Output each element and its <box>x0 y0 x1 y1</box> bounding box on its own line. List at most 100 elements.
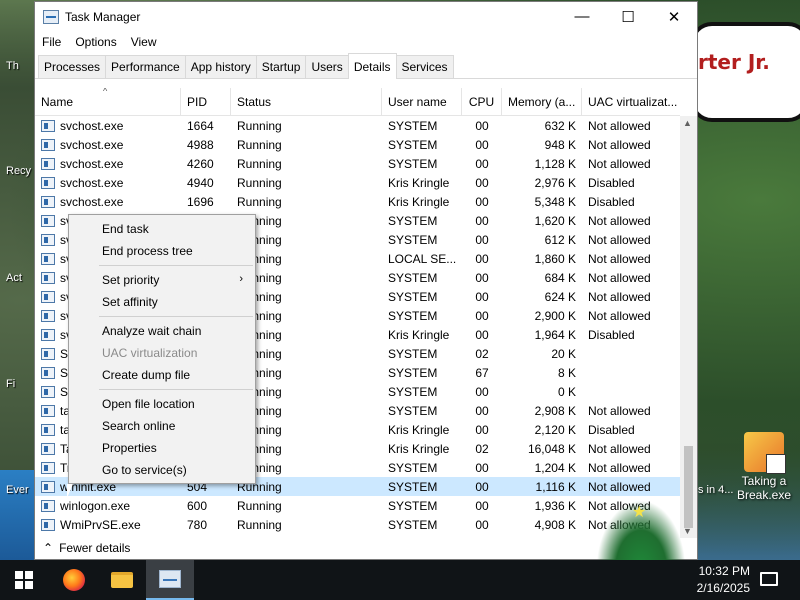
task-manager-icon <box>43 9 59 24</box>
desktop-label-partial: Ever <box>6 484 29 496</box>
tab-performance[interactable]: Performance <box>105 55 186 78</box>
table-row[interactable]: svchost.exe 4988 Running SYSTEM 00 948 K Not a… <box>35 135 680 154</box>
cell-uac: Not allowed <box>588 403 651 418</box>
cell-uac: Not allowed <box>588 479 651 494</box>
minimize-button[interactable]: — <box>559 2 605 31</box>
column-header-uac-virtualization[interactable]: UAC virtualizat... <box>582 88 680 116</box>
cell-memory: 5,348 K <box>534 194 576 209</box>
clock[interactable]: 10:32 PM 2/16/2025 <box>690 563 750 597</box>
table-row[interactable]: svchost.exe 4940 Running Kris Kringle 00 2,97… <box>35 173 680 192</box>
task-manager-icon <box>159 570 181 588</box>
menu-item-end-task[interactable]: End task <box>69 218 255 240</box>
menu-item-label: Analyze wait chain <box>102 324 202 338</box>
process-name-cell: WmiPrvSE.exe <box>35 518 181 532</box>
chevron-right-icon: › <box>239 273 243 285</box>
process-name-cell: winlogon.exe <box>35 499 181 513</box>
cell-uac: Not allowed <box>588 308 651 323</box>
chevron-up-icon: ⌃ <box>43 541 54 555</box>
tab-processes[interactable]: Processes <box>38 55 107 78</box>
cell-memory: 0 K <box>557 384 576 399</box>
cell-status: Running <box>237 175 282 190</box>
menu-item-analyze-wait-chain[interactable]: Analyze wait chain <box>69 320 255 342</box>
table-row[interactable]: svchost.exe 4260 Running SYSTEM 00 1,128 K Not… <box>35 154 680 173</box>
table-row[interactable]: svchost.exe 1696 Running Kris Kringle 00 5,34… <box>35 192 680 211</box>
menu-file[interactable]: File <box>35 35 68 49</box>
process-icon <box>41 138 55 151</box>
menu-item-search-online[interactable]: Search online <box>69 415 255 437</box>
cell-uac: Not allowed <box>588 270 651 285</box>
cell-uac: Not allowed <box>588 232 651 247</box>
menu-item-open-file-location[interactable]: Open file location <box>69 393 255 415</box>
menu-item-label: Create dump file <box>102 368 191 382</box>
process-icon <box>41 157 55 170</box>
tab-details[interactable]: Details <box>347 53 397 79</box>
column-header-user-name[interactable]: User name <box>382 87 462 116</box>
scroll-up-arrow-icon[interactable]: ▲ <box>683 118 692 128</box>
menu-view[interactable]: View <box>124 35 164 49</box>
taskbar <box>0 560 800 600</box>
cell-uac: Disabled <box>588 422 635 437</box>
menu-item-go-to-services[interactable]: Go to service(s) <box>69 459 255 481</box>
cell-user: SYSTEM <box>388 213 438 228</box>
notification-icon[interactable] <box>760 572 778 586</box>
menu-item-set-priority[interactable]: Set priority › <box>69 269 255 291</box>
process-icon <box>41 195 55 208</box>
process-name: svchost.exe <box>60 156 124 171</box>
table-row[interactable]: svchost.exe 1664 Running SYSTEM 00 632 K Not a… <box>35 116 680 135</box>
menu-item-set-affinity[interactable]: Set affinity <box>69 291 255 313</box>
cell-cpu: 00 <box>475 270 489 285</box>
cell-user: LOCAL SE... <box>388 251 457 266</box>
desktop-icon-taking-a-break[interactable]: Taking a Break.exe <box>728 432 800 502</box>
column-header-status[interactable]: Status <box>231 87 382 116</box>
close-button[interactable]: ✕ <box>651 2 697 31</box>
tab-startup[interactable]: Startup <box>255 55 307 78</box>
cell-cpu: 00 <box>475 498 489 513</box>
menu-options[interactable]: Options <box>68 35 123 49</box>
cell-uac: Not allowed <box>588 137 651 152</box>
maximize-button[interactable]: ☐ <box>605 2 651 31</box>
cell-memory: 612 K <box>544 232 576 247</box>
vertical-scrollbar[interactable]: ▲ ▼ <box>680 116 697 538</box>
menu-item-label: End process tree <box>102 244 193 258</box>
cell-user: SYSTEM <box>388 270 438 285</box>
tab-services[interactable]: Services <box>395 55 454 78</box>
start-button[interactable] <box>0 560 48 600</box>
process-name-cell: svchost.exe <box>35 176 181 190</box>
process-name-cell: svchost.exe <box>35 195 181 209</box>
cell-uac: Disabled <box>588 194 635 209</box>
taskbar-task-manager[interactable] <box>146 560 194 600</box>
tab-app-history[interactable]: App history <box>184 55 257 78</box>
cell-cpu: 00 <box>475 517 489 532</box>
cell-memory: 632 K <box>544 118 576 133</box>
process-icon <box>41 233 55 246</box>
table-header: ^ Name PID Status User name CPU Memory (… <box>35 87 680 116</box>
menu-item-create-dump-file[interactable]: Create dump file <box>69 364 255 386</box>
menu-bar: File Options View <box>35 31 697 53</box>
menu-item-properties[interactable]: Properties <box>69 437 255 459</box>
tab-users[interactable]: Users <box>305 55 349 78</box>
title-bar[interactable]: Task Manager — ☐ ✕ <box>35 2 697 31</box>
process-name: WmiPrvSE.exe <box>60 517 141 532</box>
cell-user: SYSTEM <box>388 137 438 152</box>
cell-memory: 1,620 K <box>534 213 576 228</box>
column-header-name[interactable]: ^ Name <box>35 87 181 116</box>
folder-icon <box>111 572 133 588</box>
taskbar-firefox[interactable] <box>50 560 98 600</box>
menu-item-label: Set priority <box>102 273 160 287</box>
cell-cpu: 00 <box>475 289 489 304</box>
table-row[interactable]: WmiPrvSE.exe780RunningSYSTEM004,908 KNot… <box>35 515 680 534</box>
menu-item-label: Properties <box>102 441 157 455</box>
cell-user: SYSTEM <box>388 403 438 418</box>
cell-status: Running <box>237 194 282 209</box>
column-header-cpu[interactable]: CPU <box>462 87 502 116</box>
cell-cpu: 00 <box>475 213 489 228</box>
cell-cpu: 02 <box>475 441 489 456</box>
cell-memory: 1,936 K <box>534 498 576 513</box>
taskbar-file-explorer[interactable] <box>98 560 146 600</box>
column-header-memory[interactable]: Memory (a... <box>502 87 582 116</box>
process-name-cell: svchost.exe <box>35 138 181 152</box>
menu-item-end-process-tree[interactable]: End process tree <box>69 240 255 262</box>
column-header-pid[interactable]: PID <box>181 87 231 116</box>
table-row[interactable]: winlogon.exe600RunningSYSTEM001,936 KNot… <box>35 496 680 515</box>
cell-user: Kris Kringle <box>388 422 450 437</box>
